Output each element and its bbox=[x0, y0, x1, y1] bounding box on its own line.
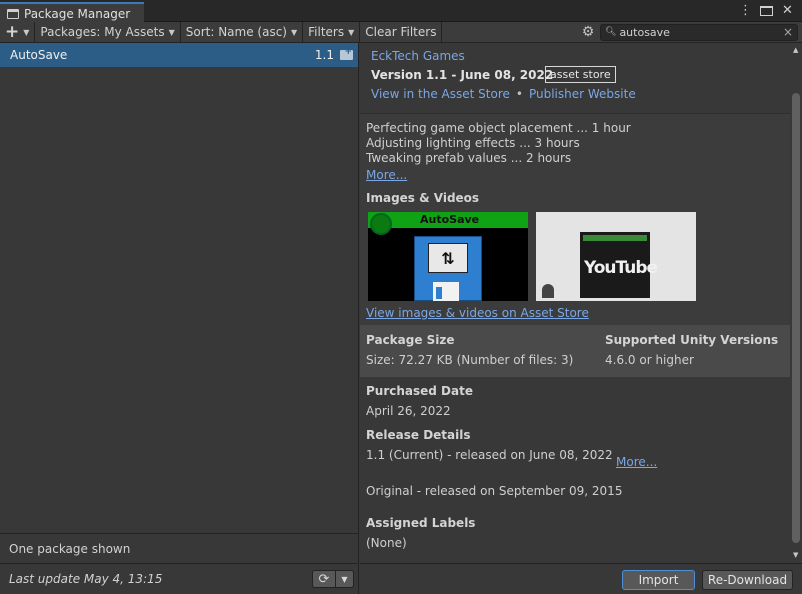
package-size-label: Package Size bbox=[366, 333, 455, 347]
source-badge: asset store bbox=[545, 66, 616, 83]
search-input[interactable] bbox=[619, 25, 780, 39]
gear-icon[interactable]: ⚙ bbox=[576, 22, 600, 43]
last-update-text: Last update May 4, 13:15 bbox=[9, 572, 163, 586]
description-more-link[interactable]: More... bbox=[366, 168, 407, 182]
status-bar: Last update May 4, 13:15 ⟳ ▼ bbox=[0, 563, 359, 594]
sort-dropdown-label: Sort: Name (asc) bbox=[185, 25, 287, 39]
thumbnail-title: AutoSave bbox=[420, 213, 480, 226]
description-line: Tweaking prefab values ... 2 hours bbox=[366, 151, 572, 165]
release-details-label: Release Details bbox=[366, 428, 471, 442]
window-controls: ⋮ ✕ bbox=[739, 3, 794, 21]
youtube-logo-icon: YouTube bbox=[584, 258, 658, 278]
packages-dropdown-label: Packages: My Assets bbox=[40, 25, 165, 39]
chevron-down-icon: ▼ bbox=[348, 27, 355, 37]
tab-title: Package Manager bbox=[24, 6, 131, 21]
release-more-link[interactable]: More... bbox=[616, 455, 657, 469]
release-original: Original - released on September 09, 201… bbox=[366, 484, 623, 498]
unity-versions-value: 4.6.0 or higher bbox=[605, 353, 694, 367]
package-size-section: Package Size Size: 72.27 KB (Number of f… bbox=[360, 325, 790, 377]
floppy-disk-icon: ⇅ bbox=[414, 236, 482, 301]
images-videos-title: Images & Videos bbox=[366, 191, 480, 205]
tab-package-manager[interactable]: Package Manager bbox=[0, 2, 144, 23]
video-screen: YouTube bbox=[580, 232, 658, 298]
unity-versions-label: Supported Unity Versions bbox=[605, 333, 779, 347]
toolbar: + ▼ Packages: My Assets ▼ Sort: Name (as… bbox=[0, 21, 802, 43]
package-icon bbox=[7, 8, 19, 19]
clear-filters-button[interactable]: Clear Filters bbox=[360, 21, 443, 43]
list-item[interactable]: AutoSave 1.1 bbox=[0, 43, 358, 67]
refresh-group: ⟳ ▼ bbox=[312, 570, 354, 588]
plus-icon: + bbox=[5, 21, 20, 42]
refresh-icon: ⟳ bbox=[318, 571, 330, 587]
chevron-down-icon: ▼ bbox=[23, 27, 30, 37]
package-details: EckTech Games Version 1.1 - June 08, 202… bbox=[360, 43, 790, 563]
publisher-link[interactable]: EckTech Games bbox=[371, 49, 465, 63]
assigned-labels-label: Assigned Labels bbox=[366, 516, 476, 530]
asset-store-link[interactable]: View in the Asset Store bbox=[371, 87, 510, 101]
description-section: Perfecting game object placement ... 1 h… bbox=[360, 113, 790, 325]
arrows-icon: ⇅ bbox=[428, 243, 468, 273]
chevron-down-icon: ▼ bbox=[341, 574, 348, 584]
ecktech-logo-icon bbox=[370, 213, 392, 235]
refresh-dropdown-button[interactable]: ▼ bbox=[336, 570, 354, 588]
version-line: Version 1.1 - June 08, 2022 bbox=[371, 68, 554, 82]
person-icon bbox=[542, 284, 554, 298]
more-menu-icon[interactable]: ⋮ bbox=[739, 3, 752, 21]
package-size-value: Size: 72.27 KB (Number of files: 3) bbox=[366, 353, 574, 367]
package-count: One package shown bbox=[0, 533, 359, 563]
description-line: Adjusting lighting effects ... 3 hours bbox=[366, 136, 580, 150]
maximize-icon[interactable] bbox=[760, 3, 773, 21]
assigned-labels-value: (None) bbox=[366, 536, 407, 550]
autosave-thumbnail[interactable]: AutoSave ⇅ bbox=[368, 212, 528, 301]
add-package-button[interactable]: + ▼ bbox=[0, 21, 36, 43]
details-scrollbar[interactable]: ▲ ▼ bbox=[790, 43, 802, 563]
images-videos-link[interactable]: View images & videos on Asset Store bbox=[366, 306, 589, 320]
download-folder-icon bbox=[340, 47, 353, 60]
package-name: AutoSave bbox=[10, 48, 68, 62]
publisher-website-link[interactable]: Publisher Website bbox=[529, 87, 636, 101]
search-icon: 🔍︎ bbox=[605, 27, 617, 37]
scroll-up-icon[interactable]: ▲ bbox=[793, 46, 798, 54]
scrollbar-thumb[interactable] bbox=[792, 93, 800, 543]
close-icon[interactable]: ✕ bbox=[781, 3, 794, 21]
details-links: View in the Asset Store • Publisher Webs… bbox=[371, 87, 636, 101]
package-count-text: One package shown bbox=[9, 541, 131, 556]
link-separator: • bbox=[515, 87, 523, 101]
scroll-down-icon[interactable]: ▼ bbox=[793, 551, 798, 559]
chevron-down-icon: ▼ bbox=[290, 27, 298, 37]
video-thumbnail[interactable]: YouTube bbox=[536, 212, 696, 301]
refresh-button[interactable]: ⟳ bbox=[312, 570, 336, 588]
action-bar: Import Re-Download bbox=[360, 563, 802, 594]
search-field[interactable]: 🔍︎ × bbox=[600, 23, 798, 41]
purchased-date-value: April 26, 2022 bbox=[366, 404, 451, 418]
description-line: Perfecting game object placement ... 1 h… bbox=[366, 121, 631, 135]
package-list: AutoSave 1.1 bbox=[0, 43, 359, 533]
chevron-down-icon: ▼ bbox=[168, 27, 175, 37]
title-bar: Package Manager ⋮ ✕ bbox=[0, 0, 802, 23]
sort-dropdown[interactable]: Sort: Name (asc) ▼ bbox=[181, 21, 304, 43]
purchased-date-label: Purchased Date bbox=[366, 384, 473, 398]
redownload-button[interactable]: Re-Download bbox=[702, 570, 793, 590]
packages-dropdown[interactable]: Packages: My Assets ▼ bbox=[35, 21, 181, 43]
release-current: 1.1 (Current) - released on June 08, 202… bbox=[366, 448, 613, 462]
package-version: 1.1 bbox=[314, 48, 334, 62]
filters-dropdown[interactable]: Filters ▼ bbox=[303, 21, 361, 43]
filters-dropdown-label: Filters bbox=[308, 25, 345, 39]
import-button[interactable]: Import bbox=[622, 570, 695, 590]
details-header: EckTech Games Version 1.1 - June 08, 202… bbox=[360, 43, 790, 113]
clear-search-icon[interactable]: × bbox=[783, 25, 793, 39]
